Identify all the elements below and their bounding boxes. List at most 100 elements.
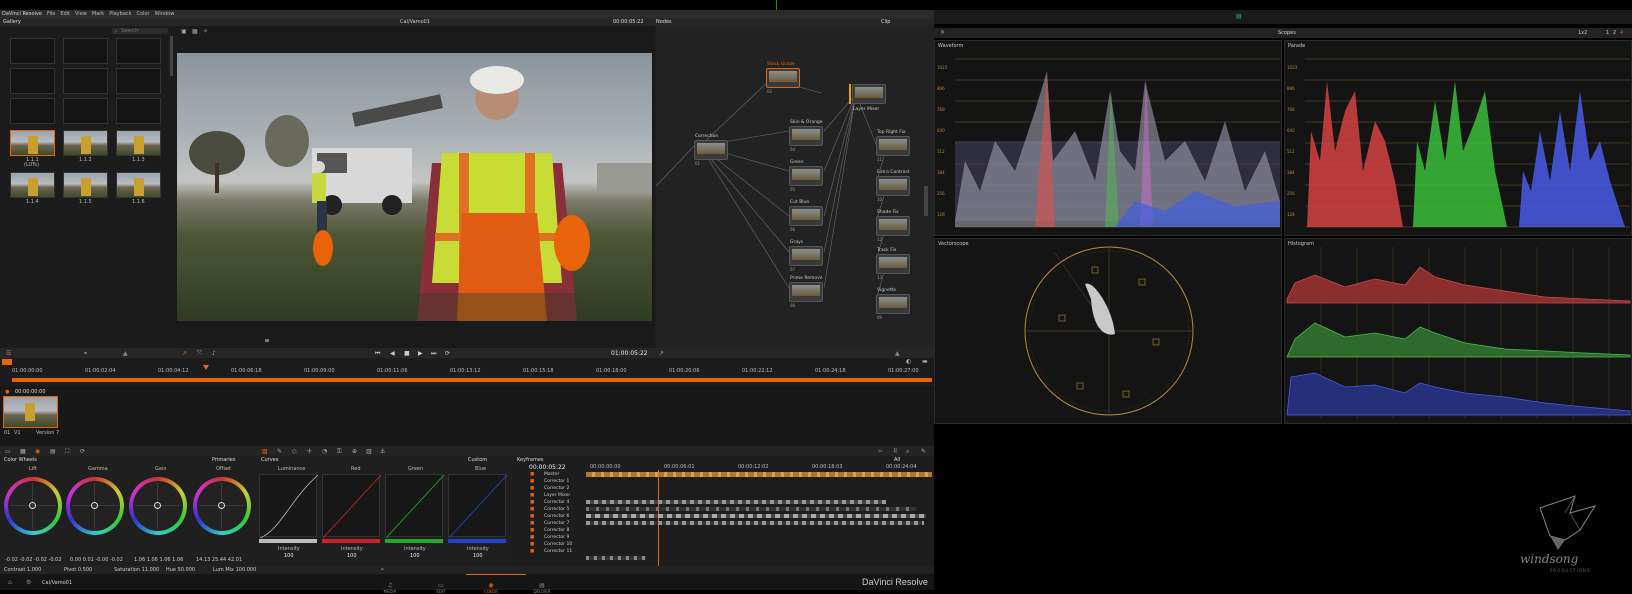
gain-wheel[interactable]: [129, 477, 187, 535]
still-slot[interactable]: [10, 98, 55, 124]
list-icon[interactable]: ☰: [6, 350, 11, 357]
histogram-scope[interactable]: Histogram: [1284, 238, 1632, 424]
menu-window[interactable]: Window: [155, 11, 175, 17]
red-curve[interactable]: [322, 474, 382, 539]
camera-raw-icon[interactable]: ▭: [5, 448, 11, 455]
link-icon[interactable]: ⚭: [83, 350, 88, 357]
timeline-mode-button[interactable]: [2, 359, 12, 365]
green-intensity-bar[interactable]: [385, 539, 443, 543]
gallery-scrollbar[interactable]: [170, 36, 173, 76]
still-slot[interactable]: [10, 68, 55, 94]
node-shade-fix[interactable]: Shade Fix 12: [876, 210, 910, 242]
scopes-page-2[interactable]: 2: [1613, 30, 1616, 36]
waveform-scope[interactable]: Waveform 1023 896 768 640 512 384 256 128: [934, 40, 1282, 236]
rgb-mixer-icon[interactable]: ▤: [50, 448, 56, 455]
grid-icon[interactable]: ▦: [192, 28, 198, 35]
edit-icon[interactable]: ✎: [921, 448, 926, 455]
lum-mix-value[interactable]: Lum Mix 100.000: [213, 567, 256, 573]
hue-value[interactable]: Hue 50.000: [166, 567, 195, 573]
go-to-end-icon[interactable]: ⏭: [431, 350, 436, 357]
lift-wheel[interactable]: [4, 477, 62, 535]
pivot-value[interactable]: Pivot 0.500: [64, 567, 92, 573]
node-grays[interactable]: Grays 07: [789, 240, 823, 272]
audio-icon[interactable]: ♪: [212, 350, 216, 357]
menu-mark[interactable]: Mark: [92, 11, 104, 17]
luminance-intensity-value[interactable]: 100: [284, 553, 294, 559]
node-layer-mixer[interactable]: Layer Mixer: [852, 84, 886, 112]
node-edit-icon[interactable]: ↗: [659, 350, 664, 357]
grid-view-icon[interactable]: ⠿: [893, 448, 897, 455]
stereo-icon[interactable]: ⚓: [380, 448, 385, 455]
qualifier-icon[interactable]: ✎: [277, 448, 282, 455]
color-match-icon[interactable]: ▦: [20, 448, 26, 455]
page-deliver-button[interactable]: ▤ DELIVER: [527, 582, 557, 594]
blue-intensity-value[interactable]: 100: [473, 553, 483, 559]
still-slot[interactable]: [116, 68, 161, 94]
luminance-curve[interactable]: [259, 474, 319, 539]
keyframe-track[interactable]: [586, 556, 646, 560]
still-thumbnail[interactable]: [63, 172, 108, 198]
keyframes-filter[interactable]: All: [894, 457, 900, 463]
options-icon[interactable]: ◐: [906, 358, 911, 365]
tracker-icon[interactable]: ✛: [307, 448, 312, 455]
blue-intensity-bar[interactable]: [448, 539, 506, 543]
key-icon[interactable]: ⚿: [337, 448, 342, 455]
wipe-icon[interactable]: ✧: [203, 28, 208, 35]
color-wheels-icon[interactable]: ◉: [35, 448, 40, 455]
play-icon[interactable]: ▶: [418, 350, 423, 357]
nodes-mode[interactable]: Clip: [881, 19, 890, 25]
offset-wheel[interactable]: [193, 477, 251, 535]
timeline-ruler[interactable]: 01:00:00:00 01:00:02:04 01:00:04:12 01:0…: [0, 366, 934, 374]
still-slot[interactable]: [63, 68, 108, 94]
stop-icon[interactable]: ■: [404, 350, 410, 357]
close-icon[interactable]: ✕: [940, 29, 945, 36]
still-thumbnail[interactable]: [116, 172, 161, 198]
viewer-image[interactable]: [177, 53, 652, 321]
menu-file[interactable]: File: [47, 11, 55, 17]
node-stock-grade[interactable]: Stock Grade 02: [766, 62, 800, 94]
node-cut-blue[interactable]: Cut Blue 06: [789, 200, 823, 232]
link-icon[interactable]: ⚭: [380, 567, 384, 573]
contrast-value[interactable]: Contrast 1.000: [4, 567, 41, 573]
3d-icon[interactable]: ▥: [366, 448, 372, 455]
nodes-scrollbar[interactable]: [924, 186, 928, 216]
keyframe-tool-icon[interactable]: ✂: [878, 448, 883, 455]
node-skin-orange[interactable]: Skin & Orange 04: [789, 120, 823, 152]
keyframe-track[interactable]: [586, 500, 886, 504]
keyframe-track[interactable]: [586, 507, 916, 511]
gallery-search-input[interactable]: ⌕ Search: [112, 28, 168, 34]
keyframe-track[interactable]: [586, 514, 926, 518]
viewer-options-icon[interactable]: ▣: [181, 28, 187, 35]
keyframes-ruler[interactable]: 00:00:00:00 00:00:06:01 00:00:12:02 00:0…: [586, 464, 932, 470]
parade-scope[interactable]: Parade 1023 896 768 640 512 384 256 128: [1284, 40, 1632, 236]
collapse-icon[interactable]: ▬: [922, 358, 928, 365]
master-keyframe-track[interactable]: [586, 472, 932, 477]
still-thumbnail[interactable]: [63, 130, 108, 156]
settings-icon[interactable]: ⚙: [26, 579, 31, 586]
scopes-page-4[interactable]: 4: [1620, 30, 1623, 36]
play-reverse-icon[interactable]: ◀: [390, 350, 395, 357]
menu-color[interactable]: Color: [137, 11, 150, 17]
crop-tool-icon[interactable]: ⤧: [197, 350, 202, 357]
clip-thumbnail[interactable]: [3, 396, 58, 428]
luminance-intensity-bar[interactable]: [259, 539, 317, 543]
menu-edit[interactable]: Edit: [60, 11, 70, 17]
viewer-clip-name[interactable]: Cal/Vamo01: [400, 19, 430, 25]
noise-icon[interactable]: ⟳: [80, 448, 85, 455]
page-media-button[interactable]: ♫ MEDIA: [375, 582, 405, 594]
still-thumbnail[interactable]: [10, 130, 55, 156]
saturation-value[interactable]: Saturation 11.000: [114, 567, 159, 573]
curves-mode[interactable]: Custom: [468, 457, 487, 463]
blue-curve[interactable]: [448, 474, 508, 539]
home-icon[interactable]: ⌂: [8, 579, 12, 586]
red-intensity-value[interactable]: 100: [347, 553, 357, 559]
gamma-wheel[interactable]: [66, 477, 124, 535]
curves-tab-icon[interactable]: ▨: [262, 448, 268, 455]
node-zoom-icon[interactable]: ▲: [895, 350, 900, 357]
page-edit-button[interactable]: ▭ EDIT: [426, 582, 456, 594]
timeline-track-bar[interactable]: [12, 378, 932, 382]
vectorscope[interactable]: Vectorscope: [934, 238, 1282, 424]
app-menu[interactable]: DaVinci Resolve: [2, 11, 42, 17]
still-slot[interactable]: [116, 38, 161, 64]
still-thumbnail[interactable]: [116, 130, 161, 156]
